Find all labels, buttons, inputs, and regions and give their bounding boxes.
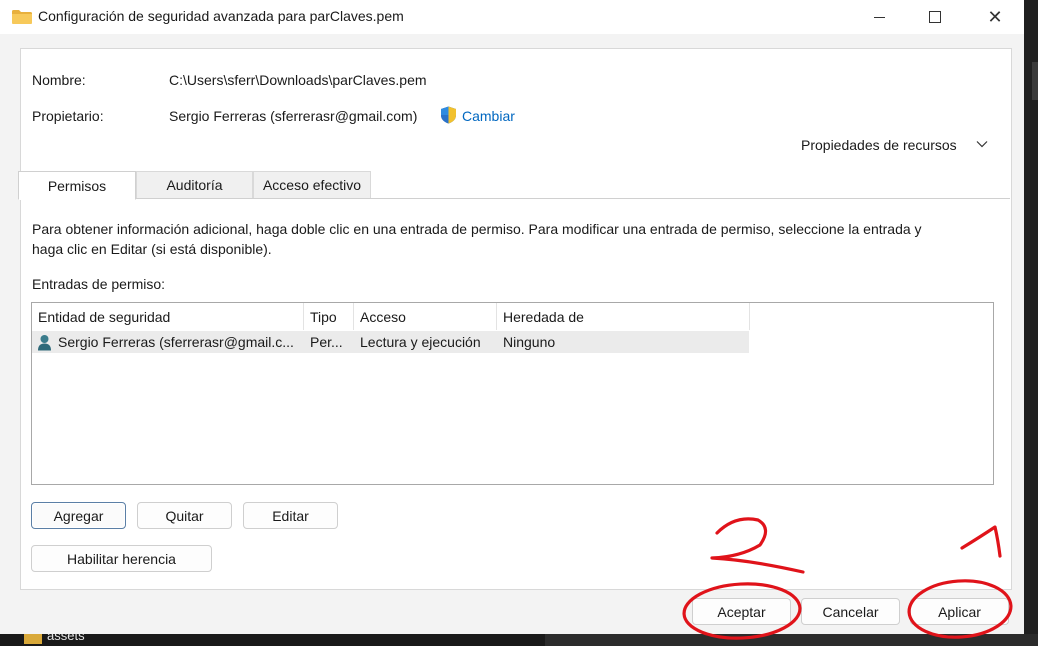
background-right-strip: [1024, 0, 1038, 646]
minimize-button[interactable]: [856, 0, 902, 34]
folder-icon: [12, 10, 32, 24]
chevron-down-icon[interactable]: [976, 140, 988, 148]
background-band: [545, 634, 1038, 646]
cell-inherited: Ninguno: [503, 334, 556, 350]
window-title: Configuración de seguridad avanzada para…: [38, 8, 404, 24]
title-bar: Configuración de seguridad avanzada para…: [0, 0, 1024, 34]
user-icon: [38, 335, 51, 351]
permission-entries-label: Entradas de permiso:: [32, 276, 166, 292]
background-scrollbar: [1032, 62, 1038, 100]
ok-button[interactable]: Aceptar: [692, 598, 791, 625]
apply-button[interactable]: Aplicar: [910, 598, 1009, 625]
table-row[interactable]: Sergio Ferreras (sferrerasr@gmail.c... P…: [32, 331, 749, 353]
cell-access: Lectura y ejecución: [360, 334, 481, 350]
cell-entity: Sergio Ferreras (sferrerasr@gmail.c...: [58, 334, 294, 350]
maximize-button[interactable]: [912, 0, 958, 34]
name-value: C:\Users\sferr\Downloads\parClaves.pem: [169, 72, 427, 88]
uac-shield-icon: [441, 106, 456, 124]
close-icon: ✕: [987, 6, 1003, 27]
column-header-label: Entidad de seguridad: [38, 308, 171, 325]
description-line-1: Para obtener información adicional, haga…: [32, 221, 922, 237]
column-header-label: Heredada de: [503, 308, 584, 325]
advanced-security-dialog: Configuración de seguridad avanzada para…: [0, 0, 1024, 634]
close-button[interactable]: ✕: [972, 0, 1018, 34]
folder-icon: [24, 634, 42, 644]
column-header-label: Acceso: [360, 308, 406, 325]
description-line-2: haga clic en Editar (si está disponible)…: [32, 241, 272, 257]
name-label: Nombre:: [32, 72, 86, 88]
cancel-button[interactable]: Cancelar: [801, 598, 900, 625]
owner-value: Sergio Ferreras (sferrerasr@gmail.com): [169, 108, 418, 124]
add-button[interactable]: Agregar: [31, 502, 126, 529]
column-header-type[interactable]: Tipo: [304, 303, 354, 330]
remove-button[interactable]: Quitar: [137, 502, 232, 529]
column-header-inherited[interactable]: Heredada de: [497, 303, 750, 330]
tab-effective-access[interactable]: Acceso efectivo: [253, 171, 371, 198]
tab-label: Auditoría: [166, 177, 223, 193]
column-header-access[interactable]: Acceso: [354, 303, 497, 330]
edit-button[interactable]: Editar: [243, 502, 338, 529]
cell-type: Per...: [310, 334, 343, 350]
owner-label: Propietario:: [32, 108, 104, 124]
background-bottom-strip: [0, 634, 1038, 646]
resource-properties-label[interactable]: Propiedades de recursos: [801, 137, 957, 153]
maximize-icon: [929, 11, 941, 23]
permission-entries-list[interactable]: Entidad de seguridad Tipo Acceso Heredad…: [31, 302, 994, 485]
tab-label: Permisos: [47, 177, 107, 194]
column-header-label: Tipo: [310, 308, 337, 325]
tab-permissions[interactable]: Permisos: [18, 171, 136, 200]
enable-inheritance-button[interactable]: Habilitar herencia: [31, 545, 212, 572]
column-header-entity[interactable]: Entidad de seguridad: [32, 303, 304, 330]
change-owner-link[interactable]: Cambiar: [462, 108, 515, 124]
tabs-divider: [18, 198, 1010, 199]
tab-auditing[interactable]: Auditoría: [136, 171, 253, 198]
minimize-icon: [873, 16, 885, 18]
tab-label: Acceso efectivo: [262, 177, 362, 193]
